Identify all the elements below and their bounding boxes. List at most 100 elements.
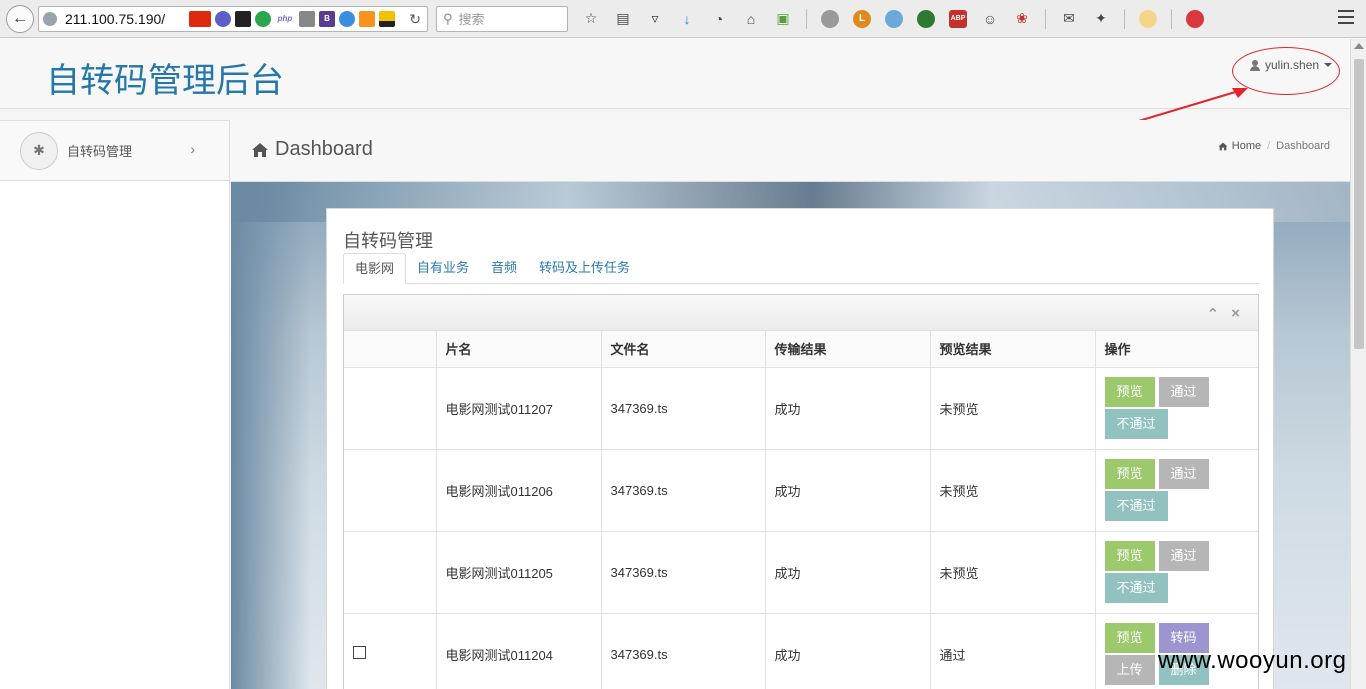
reject-button[interactable]: 不通过 (1104, 573, 1168, 603)
col-header-select (344, 331, 437, 368)
addon-wave-icon[interactable] (339, 10, 355, 27)
addon-bag-icon[interactable]: ▣ (774, 10, 792, 28)
breadcrumb-home[interactable]: Home (1218, 140, 1261, 152)
files-table: 片名 文件名 传输结果 预览结果 操作 电影网测试011207 347369.t… (344, 331, 1258, 689)
watermark: www.wooyun.org (1158, 647, 1347, 674)
urlbar-addons: php B (189, 10, 395, 27)
page-title-text: Dashboard (275, 138, 373, 160)
cell-transfer-result: 成功 (765, 367, 931, 450)
col-header-title: 片名 (436, 331, 602, 368)
content-area: 自转码管理 电影网 自有业务 音频 转码及上传任务 ⌃ × 片名 文件名 传输结… (231, 182, 1350, 689)
collapse-icon[interactable]: ⌃ (1207, 305, 1220, 323)
cell-preview-result: 通过 (930, 613, 1096, 689)
url-bar[interactable]: 211.100.75.190/ php B ↻ (38, 5, 428, 32)
reject-button[interactable]: 不通过 (1104, 491, 1168, 521)
cell-actions: 预览 通过 不通过 (1095, 449, 1258, 532)
table-row: 电影网测试011204 347369.ts 成功 通过 预览 转码 上传 删除 (344, 613, 1258, 689)
adblock-plus-icon[interactable]: ABP (949, 9, 967, 28)
breadcrumb-home-label[interactable]: Home (1232, 140, 1261, 152)
smiley-icon[interactable]: ☺ (981, 10, 999, 28)
search-placeholder: 搜索 (458, 12, 485, 27)
row-select-cell (344, 613, 437, 689)
addon-image-icon[interactable] (235, 10, 251, 27)
home-icon (252, 142, 268, 157)
preview-button[interactable]: 预览 (1104, 377, 1155, 407)
chat-bubble-icon[interactable]: ✉ (1060, 10, 1078, 28)
home-icon[interactable]: ⌂ (742, 10, 760, 28)
addon-map-icon[interactable] (885, 9, 903, 28)
preview-button[interactable]: 预览 (1104, 459, 1155, 489)
breadcrumb-separator: / (1267, 140, 1271, 152)
pass-button[interactable]: 通过 (1158, 459, 1209, 489)
cell-filename: 347369.ts (601, 367, 766, 450)
pass-button[interactable]: 通过 (1158, 541, 1209, 571)
addon-circle-icon[interactable] (215, 10, 231, 27)
url-text[interactable]: 211.100.75.190/ (65, 11, 165, 27)
page-scrollbar[interactable] (1350, 39, 1366, 689)
addon-flag-icon[interactable] (379, 10, 395, 27)
home-icon (1218, 142, 1228, 150)
download-icon[interactable]: ↓ (678, 10, 696, 28)
box-header: ⌃ × (344, 295, 1258, 331)
pocket-icon[interactable]: ▿ (646, 10, 664, 28)
cell-title: 电影网测试011204 (436, 613, 602, 689)
cell-filename: 347369.ts (601, 613, 766, 689)
row-select-cell (344, 367, 437, 450)
upload-button[interactable]: 上传 (1104, 655, 1155, 685)
addon-l-icon[interactable]: L (853, 9, 871, 28)
tab-movie-net[interactable]: 电影网 (343, 253, 407, 284)
bootstrap-icon[interactable]: B (319, 10, 335, 27)
app-title[interactable]: 自转码管理后台 (46, 53, 284, 102)
cell-transfer-result: 成功 (765, 531, 931, 614)
close-icon[interactable]: × (1231, 305, 1240, 323)
reject-button[interactable]: 不通过 (1104, 409, 1168, 439)
breadcrumb-current: Dashboard (1276, 140, 1330, 152)
search-bar[interactable]: ⚲ 搜索 (436, 5, 568, 32)
cell-filename: 347369.ts (601, 449, 766, 532)
content-header: Dashboard Home / Dashboard (231, 120, 1350, 182)
pass-button[interactable]: 通过 (1158, 377, 1209, 407)
main-panel: 自转码管理 电影网 自有业务 音频 转码及上传任务 ⌃ × 片名 文件名 传输结… (326, 208, 1274, 689)
site-identity-icon[interactable] (43, 11, 57, 26)
scroll-thumb[interactable] (1354, 59, 1364, 349)
addon-text-icon[interactable] (299, 10, 315, 27)
row-checkbox[interactable] (353, 646, 366, 659)
back-button[interactable]: ← (6, 4, 34, 33)
reading-list-icon[interactable]: ▤ (614, 10, 632, 28)
cell-transfer-result: 成功 (765, 449, 931, 532)
bookmark-star-icon[interactable]: ☆ (582, 10, 600, 28)
sidebar-item-transcode-management[interactable]: ✱ 自转码管理 › (0, 120, 229, 181)
addon-globe-icon[interactable] (821, 9, 839, 28)
page-title: Dashboard (251, 138, 373, 161)
preview-button[interactable]: 预览 (1104, 541, 1155, 571)
breadcrumb: Home / Dashboard (1218, 140, 1330, 152)
table-row: 电影网测试011206 347369.ts 成功 未预览 预览 通过 不通过 (344, 449, 1258, 532)
addon-shield-icon[interactable] (917, 9, 935, 28)
cell-filename: 347369.ts (601, 531, 766, 614)
history-icon[interactable]: ◔ (710, 10, 728, 28)
table-box: ⌃ × 片名 文件名 传输结果 预览结果 操作 电影网测试011207 3473… (343, 294, 1259, 689)
tab-transcode-upload-tasks[interactable]: 转码及上传任务 (528, 253, 641, 284)
cell-preview-result: 未预览 (930, 367, 1096, 450)
addon-g-icon[interactable] (255, 10, 271, 27)
cell-actions: 预览 通过 不通过 (1095, 367, 1258, 450)
tab-audio[interactable]: 音频 (480, 253, 528, 284)
hamburger-menu-icon[interactable] (1338, 10, 1354, 26)
cell-title: 电影网测试011205 (436, 531, 602, 614)
fu-character-icon[interactable]: ❀ (1013, 10, 1031, 28)
china-flag-icon[interactable] (189, 10, 211, 27)
reload-icon[interactable]: ↻ (409, 11, 421, 28)
addon-u-icon[interactable] (359, 10, 375, 27)
asterisk-icon: ✱ (20, 131, 58, 170)
addon-face-icon[interactable] (1139, 9, 1157, 28)
tab-own-business[interactable]: 自有业务 (406, 253, 480, 284)
col-header-preview-result: 预览结果 (930, 331, 1096, 368)
php-icon[interactable]: php (275, 11, 295, 27)
scroll-up-icon[interactable] (1354, 43, 1364, 49)
toolbar-separator (806, 8, 807, 29)
table-row: 电影网测试011205 347369.ts 成功 未预览 预览 通过 不通过 (344, 531, 1258, 614)
preview-button[interactable]: 预览 (1104, 623, 1155, 653)
sidebar-item-label: 自转码管理 (67, 144, 133, 159)
addon-bird-icon[interactable]: ✦ (1092, 10, 1110, 28)
addon-red-icon[interactable] (1186, 9, 1204, 28)
